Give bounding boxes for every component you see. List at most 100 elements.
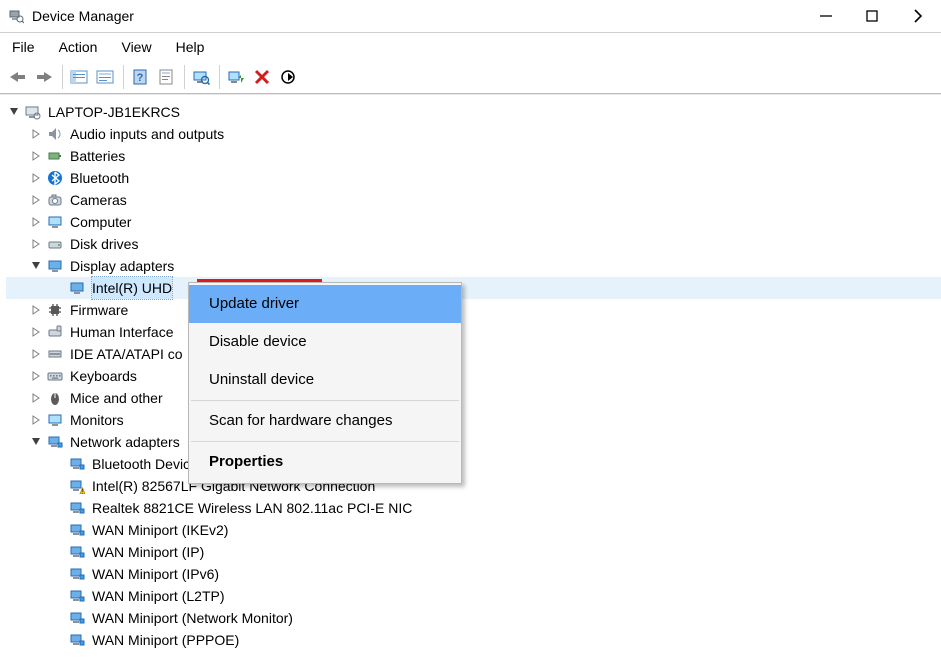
battery-icon	[46, 147, 64, 165]
tree-item-mice[interactable]: Mice and other	[6, 387, 941, 409]
svg-text:?: ?	[137, 72, 144, 84]
tree-item-display-adapters[interactable]: Display adapters	[6, 255, 941, 277]
context-menu-uninstall-device[interactable]: Uninstall device	[189, 361, 461, 399]
context-menu-update-driver[interactable]: Update driver	[189, 285, 461, 323]
tree-item-network-child[interactable]: WAN Miniport (L2TP)	[6, 585, 941, 607]
tree-item-label: Realtek 8821CE Wireless LAN 802.11ac PCI…	[92, 497, 412, 519]
tree-item-label: Keyboards	[70, 365, 137, 387]
tree-item-computer[interactable]: Computer	[6, 211, 941, 233]
tree-item-network-child[interactable]: !Intel(R) 82567LF Gigabit Network Connec…	[6, 475, 941, 497]
collapse-icon[interactable]	[28, 258, 44, 274]
toolbar-update-driver-button[interactable]	[224, 65, 248, 89]
tree-item-disk-drives[interactable]: Disk drives	[6, 233, 941, 255]
tree-item-label: WAN Miniport (PPPOE)	[92, 629, 239, 651]
device-manager-icon	[8, 8, 24, 24]
network-adapter-icon	[68, 543, 86, 561]
tree-item-network-adapters[interactable]: Network adapters	[6, 431, 941, 453]
hid-icon	[46, 323, 64, 341]
collapse-icon[interactable]	[6, 104, 22, 120]
menu-help[interactable]: Help	[172, 37, 209, 57]
expand-icon[interactable]	[28, 126, 44, 142]
tree-item-network-child[interactable]: WAN Miniport (PPPOE)	[6, 629, 941, 651]
expand-icon[interactable]	[28, 324, 44, 340]
toolbar-help-button[interactable]: ?	[128, 65, 152, 89]
tree-item-cameras[interactable]: Cameras	[6, 189, 941, 211]
expand-icon[interactable]	[28, 214, 44, 230]
expand-icon[interactable]	[28, 192, 44, 208]
context-menu-scan-hardware[interactable]: Scan for hardware changes	[189, 402, 461, 440]
tree-item-monitors[interactable]: Monitors	[6, 409, 941, 431]
tree-item-label: Computer	[70, 211, 131, 233]
tree-item-keyboards[interactable]: Keyboards	[6, 365, 941, 387]
tree-item-firmware[interactable]: Firmware	[6, 299, 941, 321]
expand-icon[interactable]	[28, 302, 44, 318]
tree-item-label: Mice and other	[70, 387, 163, 409]
toolbar-scan-hardware-button[interactable]	[189, 65, 213, 89]
tree-item-label: Monitors	[70, 409, 124, 431]
context-menu-label: Disable device	[209, 333, 307, 350]
toolbar-properties-button[interactable]	[154, 65, 178, 89]
expand-icon[interactable]	[28, 236, 44, 252]
toolbar: ?	[0, 63, 941, 93]
network-icon	[46, 433, 64, 451]
menu-view[interactable]: View	[117, 37, 155, 57]
toolbar-forward-button[interactable]	[32, 65, 56, 89]
tree-item-label: Disk drives	[70, 233, 138, 255]
context-menu-separator	[191, 400, 459, 401]
tree-item-network-child[interactable]: WAN Miniport (IP)	[6, 541, 941, 563]
chip-icon	[46, 301, 64, 319]
tree-item-ide[interactable]: IDE ATA/ATAPI co	[6, 343, 941, 365]
context-menu: Update driver Disable device Uninstall d…	[188, 282, 462, 484]
menu-action[interactable]: Action	[55, 37, 102, 57]
keyboard-icon	[46, 367, 64, 385]
tree-item-label: Bluetooth	[70, 167, 129, 189]
tree-root[interactable]: LAPTOP-JB1EKRCS	[6, 101, 941, 123]
context-menu-disable-device[interactable]: Disable device	[189, 323, 461, 361]
next-button[interactable]	[909, 7, 927, 25]
tree-item-hid[interactable]: Human Interface	[6, 321, 941, 343]
tree-item-network-child[interactable]: WAN Miniport (IKEv2)	[6, 519, 941, 541]
tree-item-network-child[interactable]: Bluetooth Device (Personal Area Network)	[6, 453, 941, 475]
expand-icon[interactable]	[28, 368, 44, 384]
tree-item-label: Firmware	[70, 299, 128, 321]
toolbar-uninstall-button[interactable]	[250, 65, 274, 89]
tree-item-audio[interactable]: Audio inputs and outputs	[6, 123, 941, 145]
context-menu-label: Scan for hardware changes	[209, 412, 392, 429]
minimize-button[interactable]	[817, 7, 835, 25]
display-adapter-icon	[68, 279, 86, 297]
expand-icon[interactable]	[28, 412, 44, 428]
menu-bar: File Action View Help	[0, 33, 941, 63]
tree-item-label: Intel(R) UHD	[92, 277, 172, 299]
maximize-button[interactable]	[863, 7, 881, 25]
tree-item-network-child[interactable]: WAN Miniport (IPv6)	[6, 563, 941, 585]
context-menu-properties[interactable]: Properties	[189, 443, 461, 481]
expand-icon[interactable]	[28, 390, 44, 406]
toolbar-disable-button[interactable]	[276, 65, 300, 89]
toolbar-show-hide-tree-button[interactable]	[67, 65, 91, 89]
expand-icon[interactable]	[28, 346, 44, 362]
tree-item-network-child[interactable]: Realtek 8821CE Wireless LAN 802.11ac PCI…	[6, 497, 941, 519]
toolbar-back-button[interactable]	[6, 65, 30, 89]
tree-item-batteries[interactable]: Batteries	[6, 145, 941, 167]
tree-item-label: Audio inputs and outputs	[70, 123, 224, 145]
network-adapter-warning-icon: !	[68, 477, 86, 495]
tree-item-label: WAN Miniport (IKEv2)	[92, 519, 228, 541]
tree-item-label: Network adapters	[70, 431, 180, 453]
window-title: Device Manager	[32, 8, 134, 24]
expand-icon[interactable]	[28, 148, 44, 164]
tree-item-network-child[interactable]: WAN Miniport (Network Monitor)	[6, 607, 941, 629]
tree-item-bluetooth[interactable]: Bluetooth	[6, 167, 941, 189]
ide-icon	[46, 345, 64, 363]
collapse-icon[interactable]	[28, 434, 44, 450]
tree-item-intel-uhd[interactable]: Intel(R) UHD	[6, 277, 941, 299]
disk-icon	[46, 235, 64, 253]
context-menu-label: Uninstall device	[209, 371, 314, 388]
expand-icon[interactable]	[28, 170, 44, 186]
network-adapter-icon	[68, 521, 86, 539]
tree-item-label: WAN Miniport (L2TP)	[92, 585, 225, 607]
device-tree[interactable]: LAPTOP-JB1EKRCS Audio inputs and outputs…	[0, 95, 941, 651]
tree-item-label: WAN Miniport (Network Monitor)	[92, 607, 293, 629]
menu-file[interactable]: File	[8, 37, 39, 57]
toolbar-properties-sheet-button[interactable]	[93, 65, 117, 89]
tree-root-label: LAPTOP-JB1EKRCS	[48, 101, 180, 123]
